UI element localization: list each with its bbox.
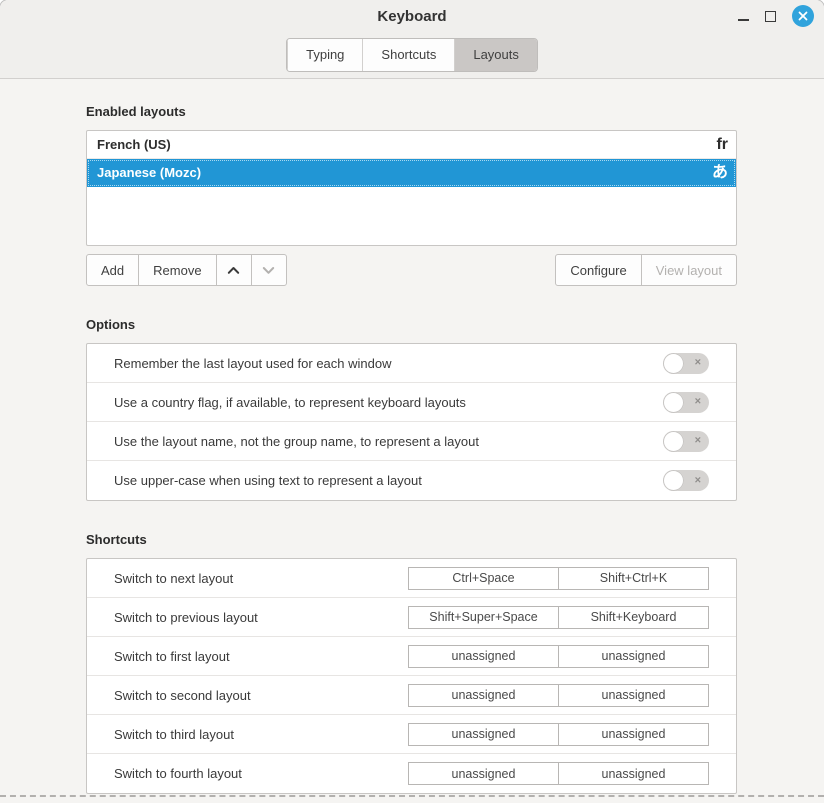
shortcut-label: Switch to third layout bbox=[114, 727, 408, 742]
shortcut-row: Switch to second layout unassigned unass… bbox=[87, 676, 736, 715]
shortcut-label: Switch to previous layout bbox=[114, 610, 408, 625]
shortcut-row: Switch to first layout unassigned unassi… bbox=[87, 637, 736, 676]
window-controls bbox=[738, 0, 814, 32]
shortcut-binding-button-1[interactable]: Ctrl+Space bbox=[408, 567, 559, 590]
toggle-switch-off[interactable]: × bbox=[663, 431, 709, 452]
configure-button[interactable]: Configure bbox=[555, 254, 641, 286]
options-heading: Options bbox=[86, 317, 737, 332]
shortcut-label: Switch to second layout bbox=[114, 688, 408, 703]
shortcuts-panel: Switch to next layout Ctrl+Space Shift+C… bbox=[86, 558, 737, 794]
remove-button[interactable]: Remove bbox=[138, 254, 216, 286]
enabled-layouts-list: French (US) fr Japanese (Mozc) あ bbox=[86, 130, 737, 246]
layout-row[interactable]: French (US) fr bbox=[87, 131, 736, 159]
shortcut-binding-button-2[interactable]: unassigned bbox=[558, 645, 709, 668]
shortcuts-heading: Shortcuts bbox=[86, 532, 737, 547]
move-up-button[interactable] bbox=[216, 254, 252, 286]
close-icon bbox=[798, 11, 808, 21]
toggle-switch-off[interactable]: × bbox=[663, 353, 709, 374]
option-label: Remember the last layout used for each w… bbox=[114, 356, 663, 371]
toggle-knob bbox=[663, 470, 684, 491]
layout-config-button-group: Configure View layout bbox=[555, 254, 737, 286]
minimize-button[interactable] bbox=[738, 11, 749, 21]
shortcut-binding-group: Shift+Super+Space Shift+Keyboard bbox=[408, 606, 709, 629]
titlebar[interactable]: Keyboard bbox=[0, 0, 824, 32]
toggle-knob bbox=[663, 353, 684, 374]
tab-shortcuts[interactable]: Shortcuts bbox=[362, 39, 454, 71]
toggle-off-x-icon: × bbox=[695, 358, 701, 369]
shortcut-row: Switch to third layout unassigned unassi… bbox=[87, 715, 736, 754]
shortcut-binding-button-1[interactable]: unassigned bbox=[408, 684, 559, 707]
maximize-button[interactable] bbox=[765, 11, 776, 22]
options-panel: Remember the last layout used for each w… bbox=[86, 343, 737, 501]
enabled-layouts-heading: Enabled layouts bbox=[86, 104, 737, 119]
close-button[interactable] bbox=[792, 5, 814, 27]
shortcut-binding-group: unassigned unassigned bbox=[408, 762, 709, 785]
layout-row[interactable]: Japanese (Mozc) あ bbox=[87, 159, 736, 187]
toggle-switch-off[interactable]: × bbox=[663, 392, 709, 413]
shortcut-binding-button-2[interactable]: unassigned bbox=[558, 684, 709, 707]
toggle-switch-off[interactable]: × bbox=[663, 470, 709, 491]
shortcut-binding-button-2[interactable]: unassigned bbox=[558, 723, 709, 746]
layout-indicator-icon: あ bbox=[712, 165, 728, 181]
window-title: Keyboard bbox=[377, 8, 446, 25]
option-row: Use a country flag, if available, to rep… bbox=[87, 383, 736, 422]
shortcut-binding-button-1[interactable]: unassigned bbox=[408, 645, 559, 668]
move-down-button[interactable] bbox=[251, 254, 287, 286]
shortcut-binding-group: unassigned unassigned bbox=[408, 684, 709, 707]
keyboard-settings-window: Keyboard bbox=[0, 0, 824, 803]
toggle-knob bbox=[663, 431, 684, 452]
layout-list-actions: Add Remove bbox=[86, 254, 737, 286]
toggle-knob bbox=[663, 392, 684, 413]
tabbar: Typing Shortcuts Layouts bbox=[0, 32, 824, 78]
shortcut-row: Switch to previous layout Shift+Super+Sp… bbox=[87, 598, 736, 637]
shortcut-binding-button-1[interactable]: unassigned bbox=[408, 723, 559, 746]
add-button[interactable]: Add bbox=[86, 254, 139, 286]
shortcut-binding-button-2[interactable]: unassigned bbox=[558, 762, 709, 785]
chevron-up-icon bbox=[227, 266, 240, 275]
shortcut-label: Switch to fourth layout bbox=[114, 766, 408, 781]
layout-indicator-icon: fr bbox=[716, 137, 728, 153]
option-label: Use upper-case when using text to repres… bbox=[114, 473, 663, 488]
maximize-icon bbox=[765, 11, 776, 22]
tab-group: Typing Shortcuts Layouts bbox=[286, 38, 538, 72]
shortcut-binding-button-1[interactable]: unassigned bbox=[408, 762, 559, 785]
option-row: Use the layout name, not the group name,… bbox=[87, 422, 736, 461]
bottom-dashed-divider bbox=[0, 795, 824, 797]
layout-name: Japanese (Mozc) bbox=[97, 165, 712, 180]
window-header: Keyboard bbox=[0, 0, 824, 79]
shortcut-binding-group: Ctrl+Space Shift+Ctrl+K bbox=[408, 567, 709, 590]
layout-edit-button-group: Add Remove bbox=[86, 254, 287, 286]
shortcut-binding-group: unassigned unassigned bbox=[408, 723, 709, 746]
toggle-off-x-icon: × bbox=[695, 475, 701, 486]
shortcut-label: Switch to next layout bbox=[114, 571, 408, 586]
shortcut-label: Switch to first layout bbox=[114, 649, 408, 664]
layout-name: French (US) bbox=[97, 137, 716, 152]
chevron-down-icon bbox=[262, 266, 275, 275]
shortcut-row: Switch to next layout Ctrl+Space Shift+C… bbox=[87, 559, 736, 598]
toggle-off-x-icon: × bbox=[695, 436, 701, 447]
option-label: Use a country flag, if available, to rep… bbox=[114, 395, 663, 410]
tab-layouts[interactable]: Layouts bbox=[454, 39, 537, 71]
toggle-off-x-icon: × bbox=[695, 397, 701, 408]
option-row: Use upper-case when using text to repres… bbox=[87, 461, 736, 500]
minimize-icon bbox=[738, 19, 749, 21]
tab-typing[interactable]: Typing bbox=[287, 39, 362, 71]
view-layout-button[interactable]: View layout bbox=[641, 254, 737, 286]
shortcut-binding-group: unassigned unassigned bbox=[408, 645, 709, 668]
layouts-page: Enabled layouts French (US) fr Japanese … bbox=[0, 104, 824, 794]
option-row: Remember the last layout used for each w… bbox=[87, 344, 736, 383]
shortcut-binding-button-2[interactable]: Shift+Keyboard bbox=[558, 606, 709, 629]
option-label: Use the layout name, not the group name,… bbox=[114, 434, 663, 449]
shortcut-row: Switch to fourth layout unassigned unass… bbox=[87, 754, 736, 793]
shortcut-binding-button-2[interactable]: Shift+Ctrl+K bbox=[558, 567, 709, 590]
shortcut-binding-button-1[interactable]: Shift+Super+Space bbox=[408, 606, 559, 629]
